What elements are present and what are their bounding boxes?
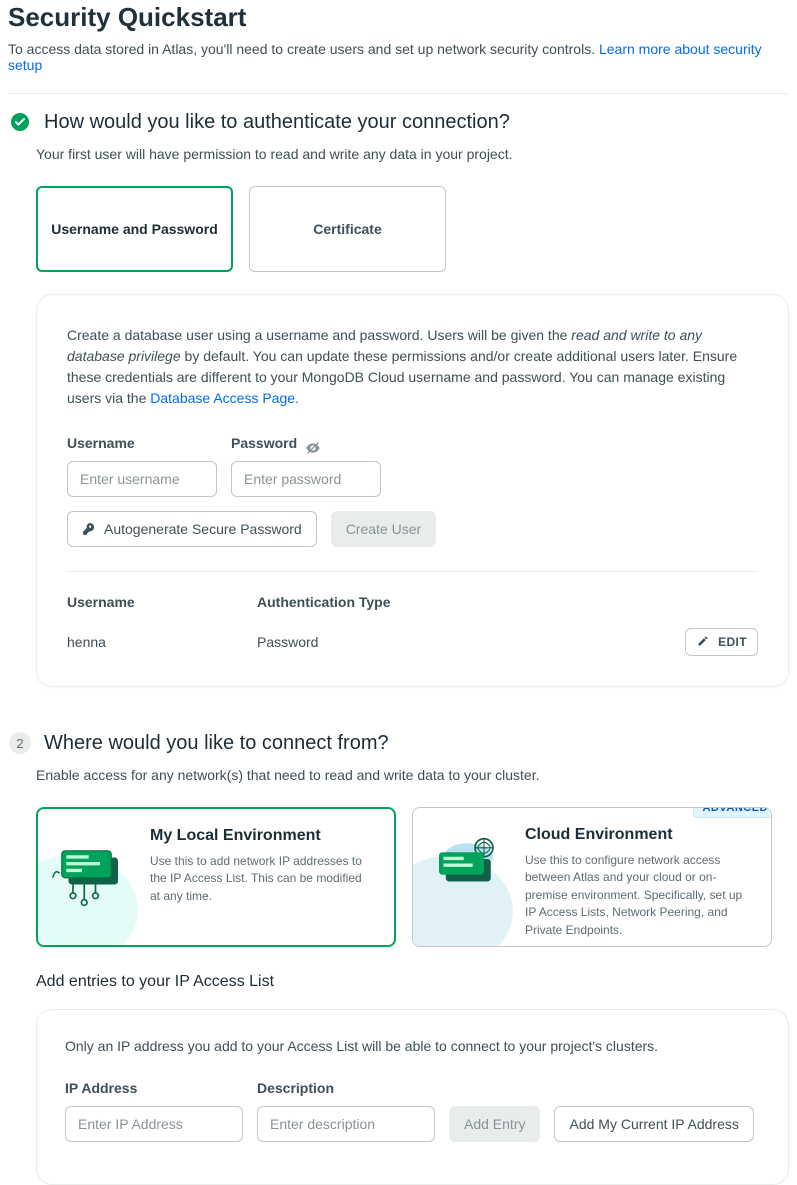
- col-authtype: Authentication Type: [257, 594, 678, 610]
- intro-text: To access data stored in Atlas, you'll n…: [8, 41, 789, 94]
- local-env-illustration: [38, 809, 146, 945]
- iplist-title: Add entries to your IP Access List: [36, 973, 789, 991]
- step1-title: How would you like to authenticate your …: [44, 111, 510, 134]
- step-2-indicator: 2: [8, 731, 32, 755]
- env-local-title: My Local Environment: [150, 827, 374, 845]
- advanced-badge: ADVANCED: [693, 807, 772, 818]
- check-circle-icon: [8, 110, 32, 134]
- desc-part1: Create a database user using a username …: [67, 327, 571, 343]
- autogen-label: Autogenerate Secure Password: [104, 521, 302, 537]
- eye-off-icon[interactable]: [305, 440, 321, 456]
- col-username: Username: [67, 594, 257, 610]
- tab-certificate[interactable]: Certificate: [249, 186, 446, 272]
- tab-username-password[interactable]: Username and Password: [36, 186, 233, 272]
- iplist-desc: Only an IP address you add to your Acces…: [65, 1038, 760, 1054]
- description-label: Description: [257, 1080, 435, 1096]
- ip-address-label: IP Address: [65, 1080, 243, 1096]
- divider: [67, 571, 758, 572]
- password-label: Password: [231, 435, 297, 451]
- password-input[interactable]: [231, 461, 381, 497]
- user-setup-description: Create a database user using a username …: [67, 325, 758, 409]
- database-access-link[interactable]: Database Access Page.: [150, 390, 299, 406]
- username-label: Username: [67, 435, 217, 451]
- cloud-env-illustration: [413, 808, 521, 946]
- autogenerate-password-button[interactable]: Autogenerate Secure Password: [67, 511, 317, 547]
- create-user-button: Create User: [331, 511, 436, 547]
- step-number: 2: [9, 732, 31, 754]
- step1-subtitle: Your first user will have permission to …: [36, 146, 789, 162]
- user-setup-card: Create a database user using a username …: [36, 294, 789, 687]
- edit-user-button[interactable]: EDIT: [685, 628, 758, 656]
- env-cloud-title: Cloud Environment: [525, 826, 751, 844]
- user-row-authtype: Password: [257, 634, 678, 650]
- env-cloud-desc: Use this to configure network access bet…: [525, 852, 751, 939]
- env-card-cloud[interactable]: ADVANCED Cloud Environment Use this to c…: [412, 807, 772, 947]
- env-local-desc: Use this to add network IP addresses to …: [150, 853, 374, 905]
- add-current-ip-button[interactable]: Add My Current IP Address: [554, 1106, 753, 1142]
- page-title: Security Quickstart: [8, 2, 789, 33]
- key-icon: [82, 522, 96, 536]
- ip-address-input[interactable]: [65, 1106, 243, 1142]
- user-row: henna Password EDIT: [67, 628, 758, 656]
- ip-access-card: Only an IP address you add to your Acces…: [36, 1009, 789, 1185]
- intro-copy: To access data stored in Atlas, you'll n…: [8, 41, 599, 57]
- description-input[interactable]: [257, 1106, 435, 1142]
- user-row-username: henna: [67, 634, 257, 650]
- edit-label: EDIT: [718, 635, 747, 649]
- user-table-header: Username Authentication Type: [67, 594, 758, 610]
- add-entry-button: Add Entry: [449, 1106, 540, 1142]
- pencil-icon: [696, 635, 710, 649]
- step2-subtitle: Enable access for any network(s) that ne…: [36, 767, 789, 783]
- env-card-local[interactable]: My Local Environment Use this to add net…: [36, 807, 396, 947]
- step2-title: Where would you like to connect from?: [44, 732, 389, 755]
- username-input[interactable]: [67, 461, 217, 497]
